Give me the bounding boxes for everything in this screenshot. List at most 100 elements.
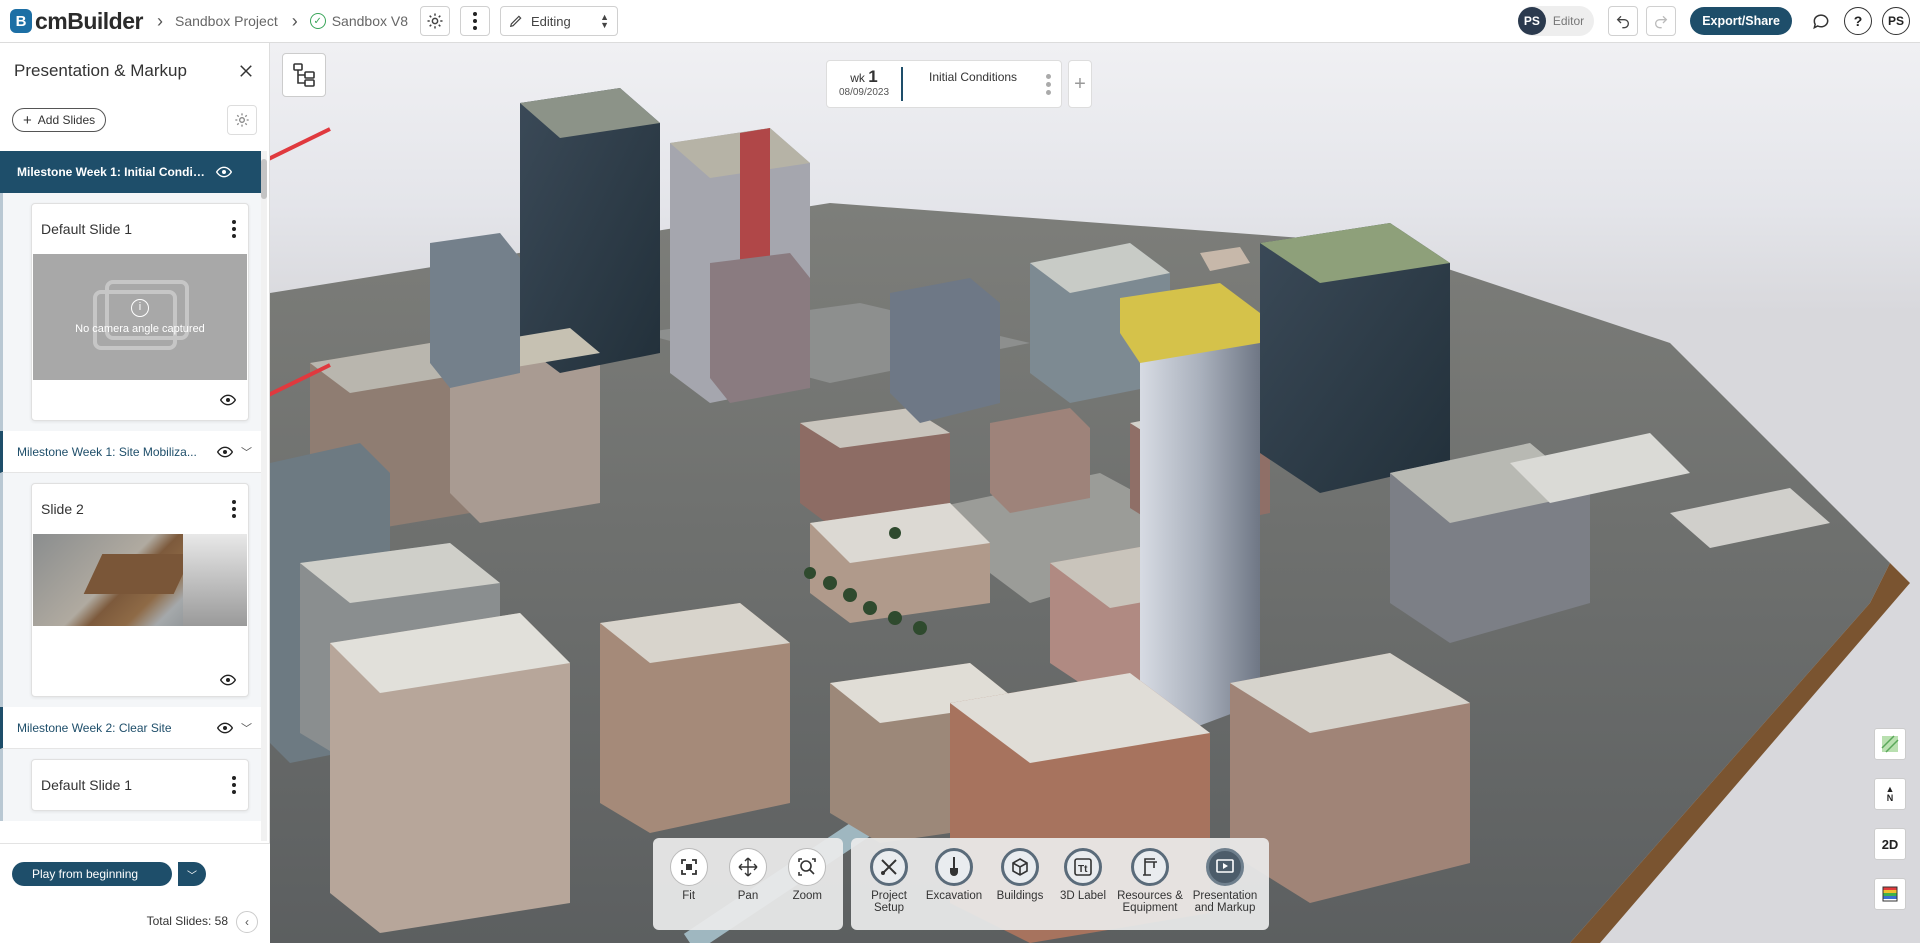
milestone-icons: [216, 166, 232, 178]
pan-icon: [728, 848, 767, 886]
zoom-tool[interactable]: Zoom: [778, 848, 837, 902]
editor-chip[interactable]: PS Editor: [1517, 6, 1595, 36]
slide-footer: [32, 626, 248, 696]
hierarchy-icon: [293, 63, 315, 87]
chevron-down-icon[interactable]: ﹀: [241, 444, 252, 460]
eye-icon[interactable]: [220, 674, 236, 686]
north-label: N: [1886, 793, 1894, 803]
map-layer-button[interactable]: [1874, 728, 1906, 760]
thumbnail-building: [183, 534, 247, 626]
zoom-icon: [788, 848, 827, 886]
timeline-week: wk 1 08/09/2023: [827, 67, 903, 101]
add-slides-row: + Add Slides: [0, 99, 269, 141]
panel-settings-button[interactable]: [227, 105, 257, 135]
fit-icon: [669, 848, 708, 886]
eye-icon[interactable]: [217, 446, 233, 458]
breadcrumb-version[interactable]: Sandbox V8: [332, 13, 408, 29]
slide-card[interactable]: Default Slide 1 i No camera angle captur…: [31, 203, 249, 421]
scene-tree-button[interactable]: [282, 53, 326, 97]
project-setup-tool[interactable]: Project Setup: [857, 848, 921, 914]
resources-equipment-tool[interactable]: Resources & Equipment: [1113, 848, 1187, 914]
svg-text:Tt: Tt: [1078, 864, 1088, 875]
undo-icon: [1616, 15, 1630, 29]
slide-card[interactable]: Slide 2: [31, 483, 249, 697]
add-slides-label: Add Slides: [37, 113, 96, 127]
eye-icon[interactable]: [220, 394, 236, 406]
presentation-label-2: and Markup: [1194, 902, 1256, 914]
panel-scrollbar[interactable]: [261, 151, 267, 841]
info-icon: i: [130, 299, 149, 317]
presentation-panel: Presentation & Markup + Add Slides Miles…: [0, 43, 270, 943]
pan-tool[interactable]: Pan: [718, 848, 777, 902]
total-slides: Total Slides: 58: [146, 914, 228, 928]
resources-label-2: Equipment: [1122, 902, 1178, 914]
3d-label-tool[interactable]: Tt 3D Label: [1053, 848, 1113, 902]
add-milestone-button[interactable]: +: [1068, 60, 1092, 108]
milestone-label: Milestone Week 1: Initial Conditi...: [17, 165, 207, 179]
breadcrumb-project[interactable]: Sandbox Project: [175, 13, 278, 29]
fit-tool[interactable]: Fit: [659, 848, 718, 902]
collapse-panel-button[interactable]: ‹: [236, 911, 258, 933]
undo-button[interactable]: [1608, 6, 1639, 36]
map-icon: [1881, 735, 1899, 753]
milestone-icons: ﹀: [217, 444, 252, 460]
north-arrow-button[interactable]: ▲ N: [1874, 778, 1906, 810]
top-bar: B cmBuilder › Sandbox Project › ✓ Sandbo…: [0, 0, 1920, 43]
app-logo[interactable]: B cmBuilder: [10, 0, 143, 43]
more-options-button[interactable]: [460, 6, 491, 36]
timeline-card[interactable]: wk 1 08/09/2023 Initial Conditions: [826, 60, 1062, 108]
slide-thumbnail: [33, 534, 247, 626]
milestone-header[interactable]: Milestone Week 1: Initial Conditi...: [0, 151, 262, 193]
side-toolbar: ▲ N 2D: [1874, 728, 1906, 910]
play-options-dropdown[interactable]: ﹀: [178, 862, 206, 886]
slide-title: Slide 2: [41, 501, 84, 517]
milestone-list: Milestone Week 1: Initial Conditi... Def…: [0, 151, 262, 843]
chevron-right-icon: ›: [291, 10, 298, 31]
text-label-icon: Tt: [1064, 848, 1102, 886]
presentation-markup-tool[interactable]: Presentation and Markup: [1187, 848, 1263, 914]
crane-icon: [1131, 848, 1169, 886]
slide-group: Slide 2: [0, 473, 262, 707]
redo-icon: [1655, 15, 1668, 29]
slide-title: Default Slide 1: [41, 777, 133, 793]
comments-button[interactable]: [1806, 6, 1836, 36]
export-share-button[interactable]: Export/Share: [1690, 7, 1792, 35]
annotation-arrow: [270, 363, 331, 397]
milestone-header[interactable]: Milestone Week 1: Site Mobiliza... ﹀: [0, 431, 262, 473]
3d-city-scene[interactable]: [270, 43, 1920, 943]
excavation-tool[interactable]: Excavation: [921, 848, 987, 902]
mode-label: Editing: [531, 13, 571, 29]
help-button[interactable]: ?: [1844, 7, 1872, 35]
add-slides-button[interactable]: + Add Slides: [12, 108, 107, 132]
buildings-tool[interactable]: Buildings: [987, 848, 1053, 902]
close-icon[interactable]: [237, 62, 255, 80]
eye-icon[interactable]: [216, 166, 232, 178]
excavation-label: Excavation: [925, 890, 983, 902]
slide-card[interactable]: Default Slide 1: [31, 759, 249, 811]
annotation-arrow: [270, 127, 331, 161]
panel-header: Presentation & Markup: [0, 43, 269, 99]
scrollbar-thumb[interactable]: [261, 159, 267, 199]
chevron-right-icon: ›: [156, 10, 163, 31]
profile-avatar[interactable]: PS: [1882, 7, 1910, 35]
color-legend-button[interactable]: [1874, 878, 1906, 910]
milestone-icons: ﹀: [217, 720, 252, 736]
eye-icon[interactable]: [217, 722, 233, 734]
milestone-label: Milestone Week 2: Clear Site: [17, 720, 172, 735]
mode-select[interactable]: Editing ▲ ▼: [500, 6, 619, 36]
3d-viewport[interactable]: wk 1 08/09/2023 Initial Conditions + Fit…: [270, 43, 1920, 943]
play-from-beginning-button[interactable]: Play from beginning: [12, 862, 172, 886]
logo-text: cmBuilder: [35, 7, 143, 34]
kebab-icon[interactable]: [232, 500, 236, 518]
view-2d-button[interactable]: 2D: [1874, 828, 1906, 860]
milestone-header[interactable]: Milestone Week 2: Clear Site ﹀: [0, 707, 262, 749]
kebab-icon[interactable]: [232, 220, 236, 238]
kebab-icon[interactable]: [232, 776, 236, 794]
settings-button[interactable]: [420, 6, 451, 36]
redo-button[interactable]: [1646, 6, 1677, 36]
header-right-tools: PS Editor Export/Share ? PS: [1517, 6, 1910, 36]
zoom-label: Zoom: [792, 890, 823, 902]
presentation-label-1: Presentation: [1192, 890, 1258, 902]
drag-handle-icon[interactable]: [1046, 73, 1051, 95]
chevron-down-icon[interactable]: ﹀: [241, 720, 252, 736]
